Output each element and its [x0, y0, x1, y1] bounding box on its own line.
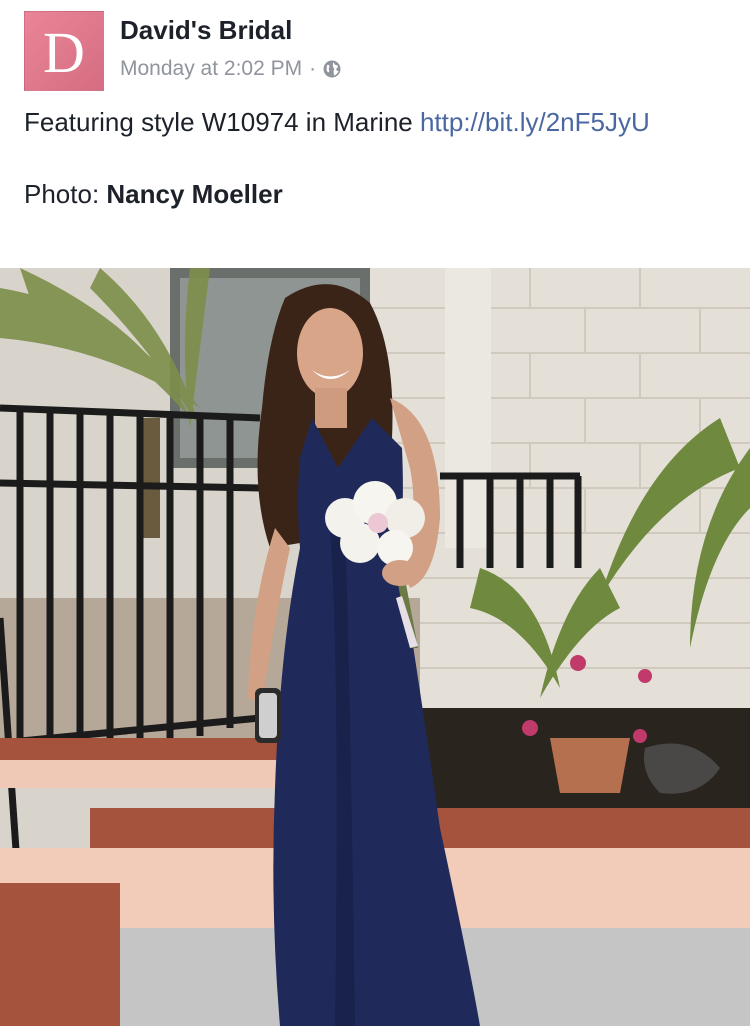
- globe-icon[interactable]: [323, 60, 341, 78]
- avatar-letter: D: [43, 20, 85, 85]
- post-message: Featuring style W10974 in Marine http://…: [24, 104, 724, 212]
- photo-credit: Photo: Nancy Moeller: [24, 176, 724, 212]
- credit-name: Nancy Moeller: [106, 179, 283, 209]
- post-header: D David's Bridal Monday at 2:02 PM ·: [24, 11, 724, 91]
- caption-text: Featuring style W10974 in Marine: [24, 107, 420, 137]
- post-link[interactable]: http://bit.ly/2nF5JyU: [420, 107, 650, 137]
- page-avatar[interactable]: D: [24, 11, 104, 91]
- page-name-link[interactable]: David's Bridal: [120, 15, 292, 46]
- credit-label: Photo:: [24, 179, 107, 209]
- post-caption: Featuring style W10974 in Marine http://…: [24, 104, 724, 140]
- post-photo[interactable]: [0, 268, 750, 1026]
- post-timestamp[interactable]: Monday at 2:02 PM: [120, 57, 302, 81]
- meta-separator: ·: [309, 57, 317, 80]
- post-meta: Monday at 2:02 PM ·: [120, 57, 341, 81]
